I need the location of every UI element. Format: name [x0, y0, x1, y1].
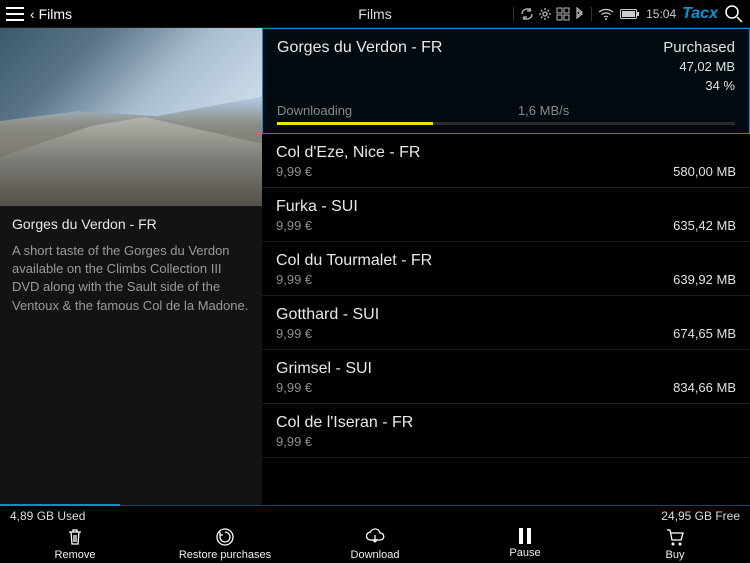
- clock: 15:04: [646, 7, 676, 21]
- film-price: 9,99 €: [276, 326, 312, 341]
- film-row[interactable]: Col d'Eze, Nice - FR 9,99 € 580,00 MB: [262, 134, 750, 188]
- chevron-left-icon: ‹: [30, 6, 35, 22]
- film-name: Furka - SUI: [276, 198, 358, 216]
- storage-bar: 4,89 GB Used 24,95 GB Free: [0, 505, 750, 525]
- film-name: Gorges du Verdon - FR: [277, 39, 442, 57]
- status-icons: [513, 7, 592, 21]
- film-name: Col d'Eze, Nice - FR: [276, 144, 420, 162]
- bluetooth-icon: [574, 7, 585, 21]
- cart-icon: [665, 527, 685, 547]
- film-price: 9,99 €: [276, 164, 312, 179]
- battery-icon: [620, 9, 640, 19]
- film-price: 9,99 €: [276, 272, 312, 287]
- detail-panel: Gorges du Verdon - FR A short taste of t…: [0, 28, 262, 505]
- top-bar: ‹ Films Films 15:04 Tacx: [0, 0, 750, 28]
- film-size: 580,00 MB: [673, 164, 736, 179]
- pause-icon: [517, 527, 533, 545]
- detail-description: A short taste of the Gorges du Verdon av…: [12, 242, 250, 315]
- download-progress: [277, 122, 735, 125]
- pause-label: Pause: [509, 547, 540, 559]
- storage-used: 4,89 GB Used: [10, 509, 85, 523]
- film-thumbnail: [0, 28, 262, 206]
- download-label: Download: [351, 549, 400, 561]
- film-row[interactable]: Col de l'Iseran - FR 9,99 €: [262, 404, 750, 458]
- wifi-icon: [598, 8, 614, 20]
- restore-button[interactable]: Restore purchases: [170, 527, 280, 561]
- buy-label: Buy: [666, 549, 685, 561]
- menu-icon[interactable]: [6, 7, 24, 21]
- film-size: 834,66 MB: [673, 380, 736, 395]
- download-button[interactable]: Download: [320, 527, 430, 561]
- bottom-toolbar: Remove Restore purchases Download Pause …: [0, 525, 750, 563]
- film-name: Grimsel - SUI: [276, 360, 372, 378]
- trash-icon: [65, 527, 85, 547]
- page-title: Films: [358, 6, 391, 22]
- grid-icon: [556, 7, 570, 21]
- film-row[interactable]: Gorges du Verdon - FR Purchased 47,02 MB 34…: [262, 28, 750, 134]
- film-price: 9,99 €: [276, 380, 312, 395]
- search-icon[interactable]: [724, 4, 744, 24]
- main-content: Gorges du Verdon - FR A short taste of t…: [0, 28, 750, 505]
- remove-label: Remove: [55, 549, 96, 561]
- restore-label: Restore purchases: [179, 549, 271, 561]
- film-percent: 34 %: [705, 78, 735, 93]
- film-row[interactable]: Furka - SUI 9,99 € 635,42 MB: [262, 188, 750, 242]
- film-row[interactable]: Gotthard - SUI 9,99 € 674,65 MB: [262, 296, 750, 350]
- film-status: Purchased: [663, 39, 735, 56]
- film-name: Col du Tourmalet - FR: [276, 252, 432, 270]
- film-row[interactable]: Grimsel - SUI 9,99 € 834,66 MB: [262, 350, 750, 404]
- film-size: 674,65 MB: [673, 326, 736, 341]
- film-price: 9,99 €: [276, 434, 312, 449]
- film-name: Col de l'Iseran - FR: [276, 414, 413, 432]
- back-label: Films: [39, 6, 72, 22]
- film-size: 635,42 MB: [673, 218, 736, 233]
- pause-button[interactable]: Pause: [470, 527, 580, 559]
- buy-button[interactable]: Buy: [620, 527, 730, 561]
- brand-logo: Tacx: [682, 5, 718, 23]
- cloud-download-icon: [364, 527, 386, 547]
- detail-title: Gorges du Verdon - FR: [12, 216, 250, 232]
- film-size: 47,02 MB: [679, 59, 735, 74]
- remove-button[interactable]: Remove: [20, 527, 130, 561]
- download-speed: 1,6 MB/s: [518, 103, 569, 118]
- film-size: 639,92 MB: [673, 272, 736, 287]
- film-list[interactable]: Gorges du Verdon - FR Purchased 47,02 MB 34…: [262, 28, 750, 505]
- film-price: 9,99 €: [276, 218, 312, 233]
- film-name: Gotthard - SUI: [276, 306, 379, 324]
- restore-icon: [215, 527, 235, 547]
- storage-free: 24,95 GB Free: [661, 509, 740, 523]
- sync-icon: [520, 7, 534, 21]
- gear-icon: [538, 7, 552, 21]
- film-row[interactable]: Col du Tourmalet - FR 9,99 € 639,92 MB: [262, 242, 750, 296]
- back-button[interactable]: ‹ Films: [30, 6, 72, 22]
- download-status: Downloading: [277, 103, 352, 118]
